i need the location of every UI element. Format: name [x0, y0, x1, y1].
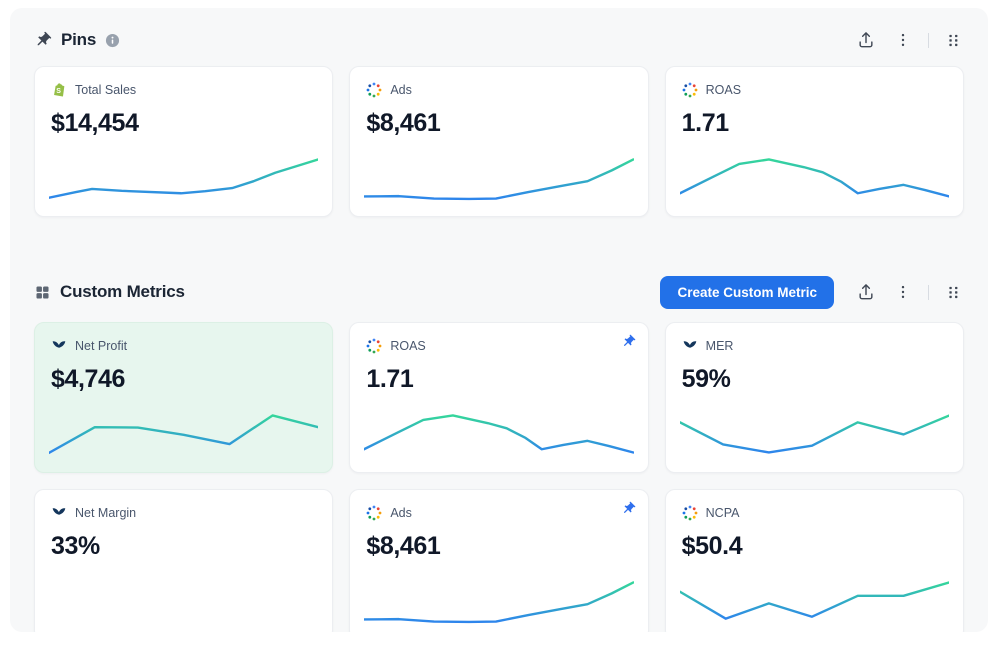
more-options-button[interactable] — [892, 29, 914, 51]
whale-icon — [51, 505, 67, 521]
sparkline-chart — [680, 412, 949, 458]
ads-platforms-icon — [366, 82, 382, 98]
metric-label: Net Profit — [75, 339, 128, 353]
pushpin-icon — [34, 31, 52, 49]
ads-platforms-icon — [366, 338, 382, 354]
whale-icon — [51, 338, 67, 354]
sparkline-chart — [49, 156, 318, 202]
card-header: S Total Sales — [51, 82, 316, 98]
actions-divider — [928, 284, 929, 300]
metric-value: $50.4 — [681, 532, 743, 560]
pinned-pin-icon[interactable] — [621, 334, 636, 349]
metric-card-roas[interactable]: ROAS 1.71 — [664, 66, 964, 217]
grid-2x2-icon — [34, 284, 51, 301]
metric-label: MER — [705, 339, 734, 353]
custom-metrics-cards-grid: Net Profit $4,746 ROAS 1.71 MER 59% Net Margin… — [34, 322, 964, 632]
sparkline-chart — [49, 412, 318, 458]
card-header: Net Margin — [51, 505, 316, 521]
metric-label: Net Margin — [75, 506, 137, 520]
metric-value: $8,461 — [366, 109, 441, 137]
metric-value: 59% — [681, 365, 731, 393]
metric-card-total-sales[interactable]: S Total Sales $14,454 — [34, 66, 334, 217]
ads-platforms-icon — [682, 505, 698, 521]
metric-label: Ads — [390, 83, 412, 97]
drag-handle-button[interactable] — [943, 30, 964, 51]
ads-platforms-icon — [682, 82, 698, 98]
card-header: Ads — [366, 505, 631, 521]
info-icon[interactable] — [105, 33, 120, 48]
drag-grid-icon — [945, 32, 962, 49]
ads-platforms-icon — [366, 505, 382, 521]
whale-icon — [682, 338, 698, 354]
metric-value: $14,454 — [51, 109, 139, 137]
sparkline-chart — [680, 156, 949, 202]
pins-section-title: Pins — [61, 30, 97, 49]
card-header: ROAS — [366, 338, 631, 354]
card-header: NCPA — [682, 505, 947, 521]
pinned-pin-icon[interactable] — [621, 501, 636, 516]
export-icon — [856, 30, 876, 50]
metric-card-ads[interactable]: Ads $8,461 — [349, 66, 649, 217]
metric-card-ncpa[interactable]: NCPA $50.4 — [664, 489, 964, 632]
custom-metrics-section-header: Custom Metrics Create Custom Metric — [34, 275, 964, 309]
metric-label: ROAS — [390, 339, 426, 353]
metric-card-ads[interactable]: Ads $8,461 — [349, 489, 649, 632]
metric-label: Total Sales — [75, 83, 137, 97]
export-icon — [856, 282, 876, 302]
metric-value: $4,746 — [51, 365, 126, 393]
drag-handle-button[interactable] — [943, 282, 964, 303]
pins-section-header: Pins — [34, 28, 964, 52]
card-header: ROAS — [682, 82, 947, 98]
sparkline-chart — [364, 412, 633, 458]
sparkline-chart — [364, 156, 633, 202]
card-header: Net Profit — [51, 338, 316, 354]
sparkline-chart — [364, 579, 633, 625]
metric-value: 1.71 — [366, 365, 414, 393]
metric-value: 1.71 — [681, 109, 729, 137]
actions-divider — [928, 32, 929, 48]
drag-grid-icon — [945, 284, 962, 301]
export-button[interactable] — [854, 28, 878, 52]
dashboard-panel: Pins S Total Sales $14,454 Ads $8,461 RO… — [10, 8, 988, 632]
card-header: MER — [682, 338, 947, 354]
metric-label: NCPA — [705, 506, 740, 520]
metric-card-net-margin[interactable]: Net Margin 33% — [34, 489, 334, 632]
metric-card-net-profit[interactable]: Net Profit $4,746 — [34, 322, 334, 473]
kebab-menu-icon — [894, 31, 912, 49]
shopify-icon: S — [51, 82, 67, 98]
metric-label: ROAS — [705, 83, 742, 97]
metric-value: 33% — [51, 532, 100, 560]
svg-text:S: S — [56, 88, 61, 95]
pins-cards-grid: S Total Sales $14,454 Ads $8,461 ROAS 1.71 — [34, 66, 964, 217]
kebab-menu-icon — [894, 283, 912, 301]
metric-card-mer[interactable]: MER 59% — [664, 322, 964, 473]
export-button[interactable] — [854, 280, 878, 304]
custom-metrics-section-title: Custom Metrics — [60, 282, 185, 301]
metric-label: Ads — [390, 506, 412, 520]
create-custom-metric-button[interactable]: Create Custom Metric — [660, 275, 834, 309]
card-header: Ads — [366, 82, 631, 98]
more-options-button[interactable] — [892, 281, 914, 303]
metric-card-roas[interactable]: ROAS 1.71 — [349, 322, 649, 473]
metric-value: $8,461 — [366, 532, 441, 560]
sparkline-chart — [680, 579, 949, 625]
